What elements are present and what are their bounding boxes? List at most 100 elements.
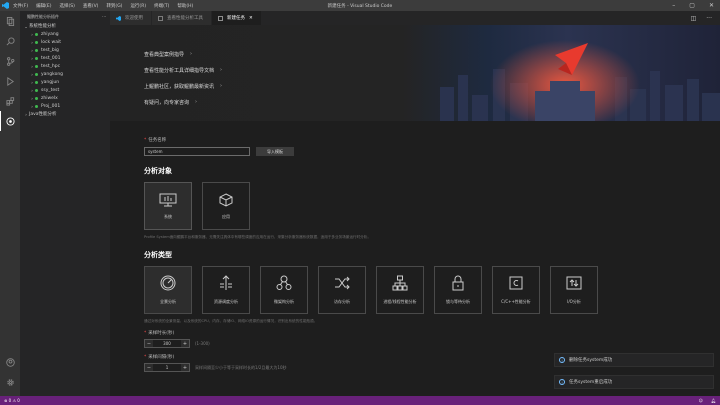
tree-item-label: Java性能分析 (29, 112, 57, 117)
tab-new-task[interactable]: 新建任务 ✕ (212, 11, 262, 25)
tree-item[interactable]: › ssy_test (20, 86, 110, 94)
close-tab-icon[interactable]: ✕ (249, 16, 253, 21)
lock-icon (452, 275, 464, 291)
banner-link[interactable]: 查看性能分析工具详细指导文档 › (144, 62, 222, 78)
banner-link[interactable]: 有疑问，向专家咨询 › (144, 94, 222, 110)
tree-item[interactable]: › test_hpc (20, 62, 110, 70)
tree-item[interactable]: › lock wait (20, 38, 110, 46)
type-label: 进程/线程性能分析 (383, 299, 417, 304)
tree-item[interactable]: › yangjun (20, 78, 110, 86)
tree-item[interactable]: › Java性能分析 (20, 110, 110, 118)
type-label: 锁与等待分析 (446, 299, 470, 304)
object-card-application[interactable]: 应用 (202, 182, 250, 230)
task-name-input[interactable]: system (144, 147, 250, 156)
tree-item-label: zhiwelx (41, 95, 58, 101)
tree-item[interactable]: › Proj_001 (20, 102, 110, 110)
extensions-icon[interactable] (0, 91, 20, 111)
status-dot-icon (35, 64, 38, 68)
menu-view[interactable]: 查看(V) (83, 3, 99, 9)
more-actions-icon[interactable]: ··· (102, 14, 106, 19)
import-template-button[interactable]: 导入模板 (256, 147, 294, 156)
tree-item[interactable]: › zhiyang (20, 30, 110, 38)
tree-item[interactable]: › test_big (20, 46, 110, 54)
interval-label: 采样间隔(秒) (148, 355, 175, 360)
menu-bar: 文件(F) 编辑(E) 选择(S) 查看(V) 转到(G) 运行(R) 终端(T… (13, 3, 193, 9)
decrement-button[interactable]: − (145, 340, 153, 347)
type-card-process-thread[interactable]: 进程/线程性能分析 (376, 266, 424, 314)
plugin-tab-icon (158, 15, 163, 21)
notification-toast[interactable]: i 删除任务system成功 (554, 353, 714, 367)
required-marker: * (144, 330, 147, 336)
type-card-memory-access[interactable]: 访存分析 (318, 266, 366, 314)
menu-edit[interactable]: 编辑(E) (36, 3, 51, 9)
tree-item-label: yangjun (41, 79, 60, 85)
type-card-overall[interactable]: 全景分析 (144, 266, 192, 314)
tree-item[interactable]: › test_001 (20, 54, 110, 62)
notification-text: 删除任务system成功 (569, 358, 613, 363)
maximize-icon[interactable]: ▢ (689, 2, 695, 9)
kunpeng-plugin-icon[interactable] (0, 111, 20, 131)
cube-icon (219, 192, 233, 207)
status-dot-icon (35, 96, 38, 100)
split-editor-icon[interactable]: ◫ (691, 15, 697, 22)
type-card-resource-scheduling[interactable]: 资源调度分析 (202, 266, 250, 314)
object-label: 应用 (222, 213, 230, 219)
menu-file[interactable]: 文件(F) (13, 3, 28, 9)
interval-input[interactable]: 1 (153, 364, 181, 371)
increment-button[interactable]: + (181, 340, 189, 347)
notification-toast[interactable]: i 任务system重启成功 (554, 375, 714, 389)
tree-item[interactable]: › yangkong (20, 70, 110, 78)
menu-run[interactable]: 运行(R) (130, 3, 146, 9)
tree-item[interactable]: › zhiwelx (20, 94, 110, 102)
decrement-button[interactable]: − (145, 364, 153, 371)
tree-item[interactable]: ⌄ 系统性能分析 (20, 22, 110, 30)
minimize-icon[interactable]: – (672, 2, 675, 9)
new-task-form: * 任务名称 system 导入模板 分析对象 系统 应用 Profile Sy… (144, 137, 704, 372)
source-control-icon[interactable] (0, 51, 20, 71)
type-card-microarchitecture[interactable]: 微架构分析 (260, 266, 308, 314)
menu-terminal[interactable]: 终端(T) (154, 3, 169, 9)
increment-button[interactable]: + (181, 364, 189, 371)
tree-item-label: yangkong (41, 71, 64, 77)
explorer-icon[interactable] (0, 11, 20, 31)
status-dot-icon (35, 48, 38, 52)
menu-selection[interactable]: 选择(S) (59, 3, 74, 9)
run-debug-icon[interactable] (0, 71, 20, 91)
more-actions-icon[interactable]: ··· (706, 15, 712, 22)
settings-gear-icon[interactable] (0, 372, 20, 392)
duration-input[interactable]: 300 (153, 340, 181, 347)
chevron-right-icon: › (195, 99, 198, 105)
problems-indicator[interactable]: ⊗ 0 ⚠ 0 (4, 398, 20, 403)
search-icon[interactable] (0, 31, 20, 51)
banner-link[interactable]: 查看典型案例指导 › (144, 46, 222, 62)
chevron-right-icon: › (190, 51, 193, 57)
tab-view-tools[interactable]: 查看性能分析工具 (152, 11, 212, 25)
tree-item-label: ssy_test (41, 87, 60, 93)
sidebar: 鲲鹏性能分析插件 ··· ⌄ 系统性能分析 › zhiyang › lock wait › t… (20, 11, 110, 396)
object-card-system[interactable]: 系统 (144, 182, 192, 230)
editor-area: 查看典型案例指导 › 查看性能分析工具详细指导文档 › 上鲲鹏社区，获取鲲鹏最新资讯 › 有… (110, 25, 720, 396)
duration-label: 采样时长(秒) (148, 331, 175, 336)
tree-item-label: zhiyang (41, 31, 59, 37)
activity-bar (0, 11, 20, 396)
tab-welcome[interactable]: 欢迎使用 (110, 11, 152, 25)
notifications-bell-icon[interactable]: 🔔︎ (711, 398, 716, 403)
menu-go[interactable]: 转到(G) (106, 3, 122, 9)
analysis-type-cards: 全景分析 资源调度分析 微架构分析 访存分析 进程/线程性能分析 锁与等待分析 (144, 266, 704, 314)
close-icon[interactable]: ✕ (709, 2, 714, 9)
nodes-icon (276, 275, 292, 290)
feedback-icon[interactable]: ☺ (699, 398, 703, 403)
account-icon[interactable] (0, 352, 20, 372)
status-dot-icon (35, 88, 38, 92)
duration-hint: (1-300) (195, 341, 210, 346)
type-card-lock-wait[interactable]: 锁与等待分析 (434, 266, 482, 314)
task-name-label-row: * 任务名称 (144, 137, 704, 144)
type-card-cpp[interactable]: C/C++性能分析 (492, 266, 540, 314)
sidebar-title: 鲲鹏性能分析插件 (27, 13, 59, 19)
hierarchy-icon (392, 275, 408, 291)
interval-hint: 采样间隔至少小于等于采样时长的1/2且最大为10秒 (195, 364, 287, 370)
type-card-io[interactable]: I/O分析 (550, 266, 598, 314)
analysis-object-title: 分析对象 (144, 167, 172, 175)
banner-link[interactable]: 上鲲鹏社区，获取鲲鹏最新资讯 › (144, 78, 222, 94)
menu-help[interactable]: 帮助(H) (177, 3, 193, 9)
